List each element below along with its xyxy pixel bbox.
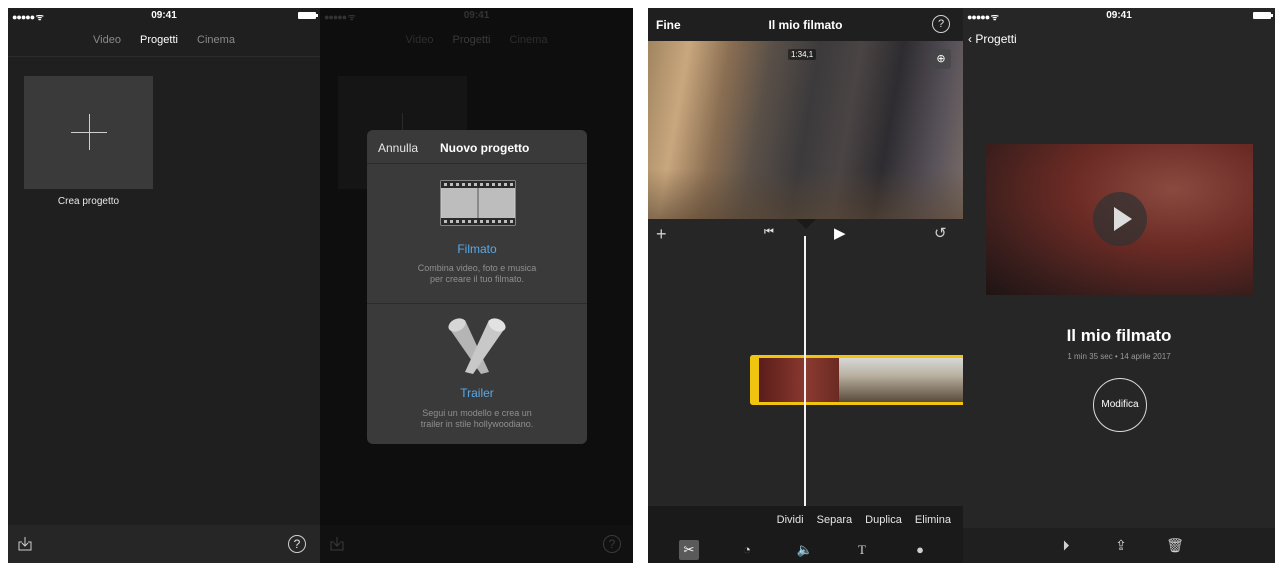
trailer-option[interactable]: Trailer Segui un modello e crea un trail… (367, 304, 587, 444)
skip-to-start-icon[interactable]: ⏮ (764, 226, 774, 239)
movie-option[interactable]: Filmato Combina video, foto e musica per… (367, 164, 587, 303)
tab-video: Video (405, 34, 434, 46)
movie-option-title: Filmato (457, 242, 497, 256)
film-strip-icon (440, 180, 516, 226)
playhead-marker (796, 219, 816, 229)
import-icon[interactable] (18, 537, 32, 551)
screen-editor: Fine Il mio filmato ? 1:34,1 ⊕ + ⏮ ▶ ↺ D… (648, 8, 963, 563)
playhead-line[interactable] (804, 236, 806, 506)
editor-title: Il mio filmato (768, 18, 843, 32)
movie-option-desc-1: Combina video, foto e musica (417, 263, 537, 273)
share-icon[interactable]: ⇪ (1112, 536, 1130, 554)
clip-frame (759, 358, 839, 402)
clip-actions: Dividi Separa Duplica Elimina (767, 514, 951, 526)
play-icon[interactable] (1093, 192, 1147, 246)
editor-nav-bar: Fine Il mio filmato ? (648, 8, 963, 41)
screen-project-detail: ●●●●● ᯤ 09:41 ‹ Progetti Il mio filmato … (963, 8, 1275, 563)
cancel-button[interactable]: Annulla (378, 141, 418, 155)
edit-button[interactable]: Modifica (1093, 378, 1147, 432)
popover-header: Annulla Nuovo progetto (367, 130, 587, 164)
battery-icon (298, 12, 318, 19)
status-bar: ●●●●● ᯤ 09:41 (320, 8, 633, 24)
status-bar: ●●●●● ᯤ 09:41 (963, 8, 1275, 24)
timeline-clip[interactable] (750, 355, 963, 405)
create-project-label: Crea progetto (57, 196, 120, 207)
trash-icon[interactable]: 🗑 (1166, 536, 1184, 554)
screen-new-project: ●●●●● ᯤ 09:41 Video Progetti Cinema Annu… (320, 8, 633, 563)
popover-title: Nuovo progetto (440, 141, 530, 155)
detach-button[interactable]: Separa (817, 514, 852, 526)
segmented-tabs-dimmed: Video Progetti Cinema (320, 34, 633, 46)
movie-option-desc-2: per creare il tuo filmato. (429, 274, 525, 284)
project-meta: 1 min 35 sec • 14 aprile 2017 (1067, 352, 1171, 361)
back-label: Progetti (975, 32, 1017, 46)
trailer-option-desc-2: trailer in stile hollywoodiano. (420, 419, 534, 429)
tab-cinema: Cinema (509, 34, 548, 46)
undo-icon[interactable]: ↺ (934, 224, 947, 242)
status-time: 09:41 (151, 10, 177, 21)
timecode-label: 1:34,1 (788, 49, 817, 60)
trailer-option-desc-1: Segui un modello e crea un (422, 408, 532, 418)
help-button-dimmed: ? (603, 535, 621, 553)
segmented-tabs: Video Progetti Cinema (8, 34, 320, 46)
status-time: 09:41 (463, 10, 490, 21)
tab-projects[interactable]: Progetti (140, 34, 178, 46)
tab-video[interactable]: Video (93, 34, 121, 46)
play-icon[interactable]: ▶ (834, 224, 846, 242)
bottom-toolbar: ? (8, 525, 320, 563)
project-thumbnail[interactable] (986, 144, 1253, 295)
tab-projects: Progetti (452, 34, 491, 46)
help-button[interactable]: ? (932, 15, 950, 33)
editor-bottom-toolbar: Dividi Separa Duplica Elimina ✂ ◔ 🔈 T ● (648, 506, 963, 563)
filter-icon[interactable]: ● (910, 540, 930, 560)
create-project-tile[interactable] (24, 76, 153, 189)
battery-icon (1253, 12, 1273, 19)
trailer-option-title: Trailer (460, 386, 494, 400)
zoom-icon[interactable]: ⊕ (931, 49, 951, 69)
delete-button[interactable]: Elimina (915, 514, 951, 526)
status-bar: ●●●●● ᯤ 09:41 (8, 8, 320, 24)
add-media-icon[interactable]: + (656, 224, 667, 245)
project-bottom-toolbar: ⏵ ⇪ 🗑 (963, 528, 1275, 563)
screen-projects: ●●●●● ᯤ 09:41 Video Progetti Cinema Crea… (8, 8, 320, 563)
split-button[interactable]: Dividi (777, 514, 804, 526)
spotlights-icon (448, 318, 506, 374)
editing-tools: ✂ ◔ 🔈 T ● (648, 540, 963, 560)
speed-icon[interactable]: ◔ (737, 540, 757, 560)
back-button[interactable]: ‹ Progetti (968, 32, 1017, 46)
clip-frame-2 (839, 358, 963, 402)
help-button[interactable]: ? (288, 535, 306, 553)
new-project-popover: Annulla Nuovo progetto Filmato Combina v… (367, 130, 587, 444)
import-icon (330, 537, 344, 551)
scissors-icon[interactable]: ✂ (679, 540, 699, 560)
chevron-left-icon: ‹ (968, 32, 972, 46)
divider (8, 56, 320, 57)
video-preview[interactable]: 1:34,1 ⊕ (648, 41, 963, 219)
duplicate-button[interactable]: Duplica (865, 514, 902, 526)
plus-icon-vertical (89, 114, 90, 150)
title-icon[interactable]: T (852, 540, 872, 560)
bottom-toolbar-dimmed: ? (320, 525, 633, 563)
status-time: 09:41 (1106, 10, 1132, 21)
volume-icon[interactable]: 🔈 (795, 540, 815, 560)
tab-cinema[interactable]: Cinema (197, 34, 235, 46)
play-movie-icon[interactable]: ⏵ (1057, 536, 1075, 554)
project-title: Il mio filmato (1066, 326, 1172, 345)
